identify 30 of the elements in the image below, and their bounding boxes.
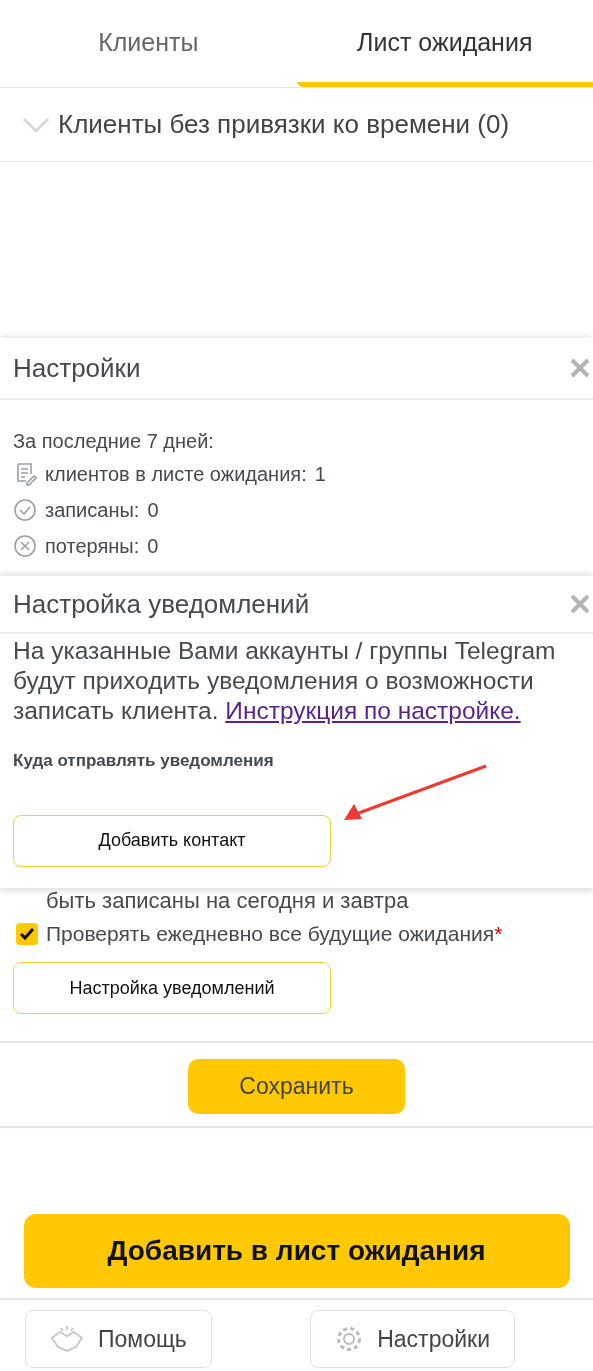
panel-title: Настройки xyxy=(13,351,141,385)
instruction-link[interactable]: Инструкция по настройке. xyxy=(225,697,521,724)
checkbox[interactable] xyxy=(16,923,38,945)
checkbox-label: Проверять ежедневно все будущие ожидания* xyxy=(46,921,503,948)
option-text: быть записаны на сегодня и завтра xyxy=(46,889,409,913)
settings-icon xyxy=(335,1325,364,1353)
close-icon[interactable] xyxy=(569,357,591,379)
chevron-icon xyxy=(22,116,50,133)
notification-settings-button[interactable]: Настройка уведомлений xyxy=(13,962,331,1014)
stat-label: записаны: xyxy=(45,498,140,523)
add-contact-button[interactable]: Добавить контакт xyxy=(13,814,331,867)
stat-label: потеряны: xyxy=(45,534,140,559)
help-button[interactable]: Помощь xyxy=(25,1310,212,1368)
group-header[interactable]: Клиенты без привязки ко времени (0) xyxy=(0,88,593,162)
save-button[interactable]: Сохранить xyxy=(188,1059,405,1114)
tab[interactable]: Лист ожидания xyxy=(296,0,593,87)
description-text: На указанные Вами аккаунты / группы Telegram будут приходить уведомления о возможности записать клиента. Инструкция по настройке. xyxy=(12,636,557,726)
stat-value: 0 xyxy=(147,534,159,559)
stat-value: 0 xyxy=(147,498,159,523)
stat-value: 1 xyxy=(314,462,326,487)
x-circle-icon xyxy=(13,534,37,558)
dialog-title: Настройка уведомлений xyxy=(13,587,310,621)
check-circle-icon xyxy=(13,498,37,522)
settings-button[interactable]: Настройки xyxy=(310,1310,515,1368)
section-label: Куда отправлять уведомления xyxy=(12,750,275,772)
period-label: За последние 7 дней: xyxy=(13,429,215,454)
tab[interactable]: Клиенты xyxy=(0,0,297,87)
stat-label: клиентов в листе ожидания: xyxy=(45,462,307,487)
add-to-waitlist-button[interactable]: Добавить в лист ожидания xyxy=(23,1214,570,1288)
close-icon[interactable] xyxy=(569,593,591,615)
